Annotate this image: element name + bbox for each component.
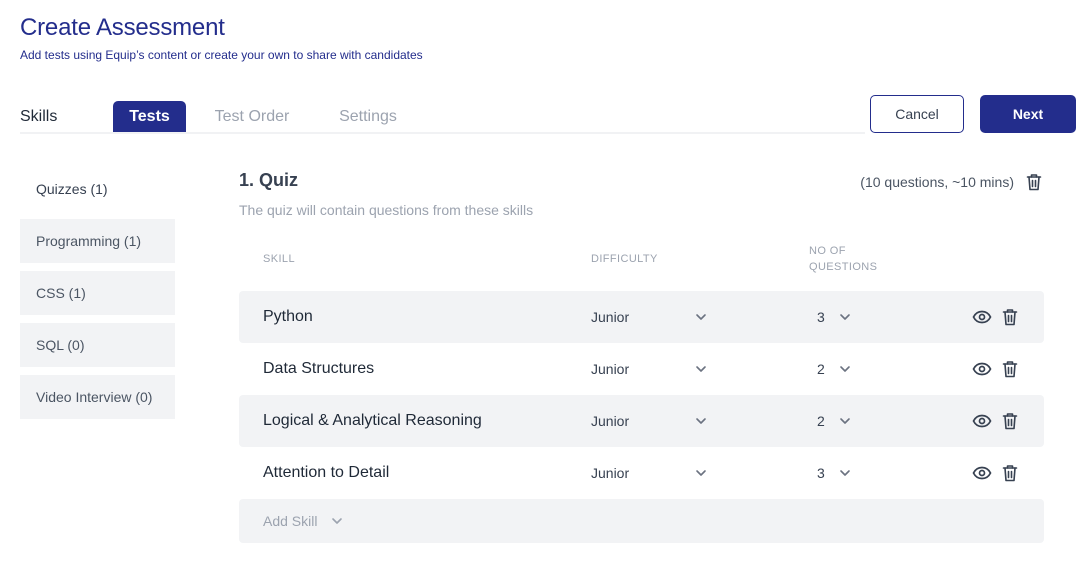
chevron-down-icon <box>332 518 343 524</box>
eye-icon[interactable] <box>972 466 992 480</box>
add-skill-select[interactable]: Add Skill <box>239 499 1044 543</box>
eye-icon[interactable] <box>972 414 992 428</box>
trash-icon[interactable] <box>1026 173 1042 191</box>
difficulty-select[interactable]: Junior <box>591 465 711 481</box>
page-subtitle: Add tests using Equip’s content or creat… <box>20 48 423 62</box>
tab-tests[interactable]: Tests <box>113 101 186 133</box>
difficulty-select[interactable]: Junior <box>591 309 711 325</box>
cancel-button[interactable]: Cancel <box>870 95 964 133</box>
eye-icon[interactable] <box>972 310 992 324</box>
questions-count-select[interactable]: 2 <box>817 361 851 377</box>
chevron-down-icon <box>696 470 706 476</box>
column-header-skill: SKILL <box>263 253 295 265</box>
row-actions <box>972 308 1018 326</box>
sidebar-item-quizzes[interactable]: Quizzes (1) <box>20 167 175 211</box>
next-button[interactable]: Next <box>980 95 1076 133</box>
trash-icon[interactable] <box>1002 360 1018 378</box>
quiz-summary: (10 questions, ~10 mins) <box>860 173 1042 191</box>
sidebar-item-css[interactable]: CSS (1) <box>20 271 175 315</box>
chevron-down-icon <box>839 366 850 372</box>
questions-count-select[interactable]: 3 <box>817 465 851 481</box>
row-actions <box>972 464 1018 482</box>
difficulty-value: Junior <box>591 361 630 377</box>
chevron-down-icon <box>839 470 850 476</box>
table-row: Python Junior 3 <box>239 291 1044 343</box>
row-actions <box>972 412 1018 430</box>
skill-name: Python <box>263 308 313 325</box>
questions-count-value: 3 <box>817 309 825 325</box>
page-title: Create Assessment <box>20 14 225 41</box>
skills-table: Python Junior 3 Data Structures Junior 2… <box>239 291 1044 499</box>
difficulty-value: Junior <box>591 309 630 325</box>
questions-count-select[interactable]: 3 <box>817 309 851 325</box>
difficulty-select[interactable]: Junior <box>591 361 711 377</box>
test-category-sidebar: Quizzes (1) Programming (1) CSS (1) SQL … <box>20 167 175 427</box>
trash-icon[interactable] <box>1002 412 1018 430</box>
column-header-difficulty: DIFFICULTY <box>591 253 658 265</box>
tab-test-order[interactable]: Test Order <box>186 101 318 133</box>
sidebar-item-programming[interactable]: Programming (1) <box>20 219 175 263</box>
trash-icon[interactable] <box>1002 308 1018 326</box>
chevron-down-icon <box>696 314 706 320</box>
sidebar-item-sql[interactable]: SQL (0) <box>20 323 175 367</box>
quiz-meta-text: (10 questions, ~10 mins) <box>860 174 1014 190</box>
column-header-no-of-questions: NO OF QUESTIONS <box>809 245 878 273</box>
tab-divider <box>20 132 865 134</box>
questions-count-value: 2 <box>817 413 825 429</box>
table-row: Logical & Analytical Reasoning Junior 2 <box>239 395 1044 447</box>
questions-count-value: 3 <box>817 465 825 481</box>
questions-count-select[interactable]: 2 <box>817 413 851 429</box>
table-row: Data Structures Junior 2 <box>239 343 1044 395</box>
chevron-down-icon <box>839 418 850 424</box>
difficulty-value: Junior <box>591 465 630 481</box>
difficulty-value: Junior <box>591 413 630 429</box>
quiz-description: The quiz will contain questions from the… <box>239 202 534 218</box>
skill-name: Data Structures <box>263 360 375 377</box>
skill-name: Attention to Detail <box>263 464 390 481</box>
trash-icon[interactable] <box>1002 464 1018 482</box>
questions-count-value: 2 <box>817 361 825 377</box>
chevron-down-icon <box>696 418 706 424</box>
skill-name: Logical & Analytical Reasoning <box>263 412 482 429</box>
tab-settings[interactable]: Settings <box>318 101 418 133</box>
difficulty-select[interactable]: Junior <box>591 413 711 429</box>
add-skill-placeholder: Add Skill <box>263 513 318 529</box>
row-actions <box>972 360 1018 378</box>
chevron-down-icon <box>839 314 850 320</box>
create-assessment-page: Create Assessment Add tests using Equip’… <box>0 0 1092 565</box>
tab-bar: Skills Tests Test Order Settings <box>20 101 418 133</box>
eye-icon[interactable] <box>972 362 992 376</box>
tab-skills[interactable]: Skills <box>20 101 113 133</box>
table-row: Attention to Detail Junior 3 <box>239 447 1044 499</box>
sidebar-item-video-interview[interactable]: Video Interview (0) <box>20 375 175 419</box>
quiz-title: 1. Quiz <box>239 170 299 190</box>
chevron-down-icon <box>696 366 706 372</box>
